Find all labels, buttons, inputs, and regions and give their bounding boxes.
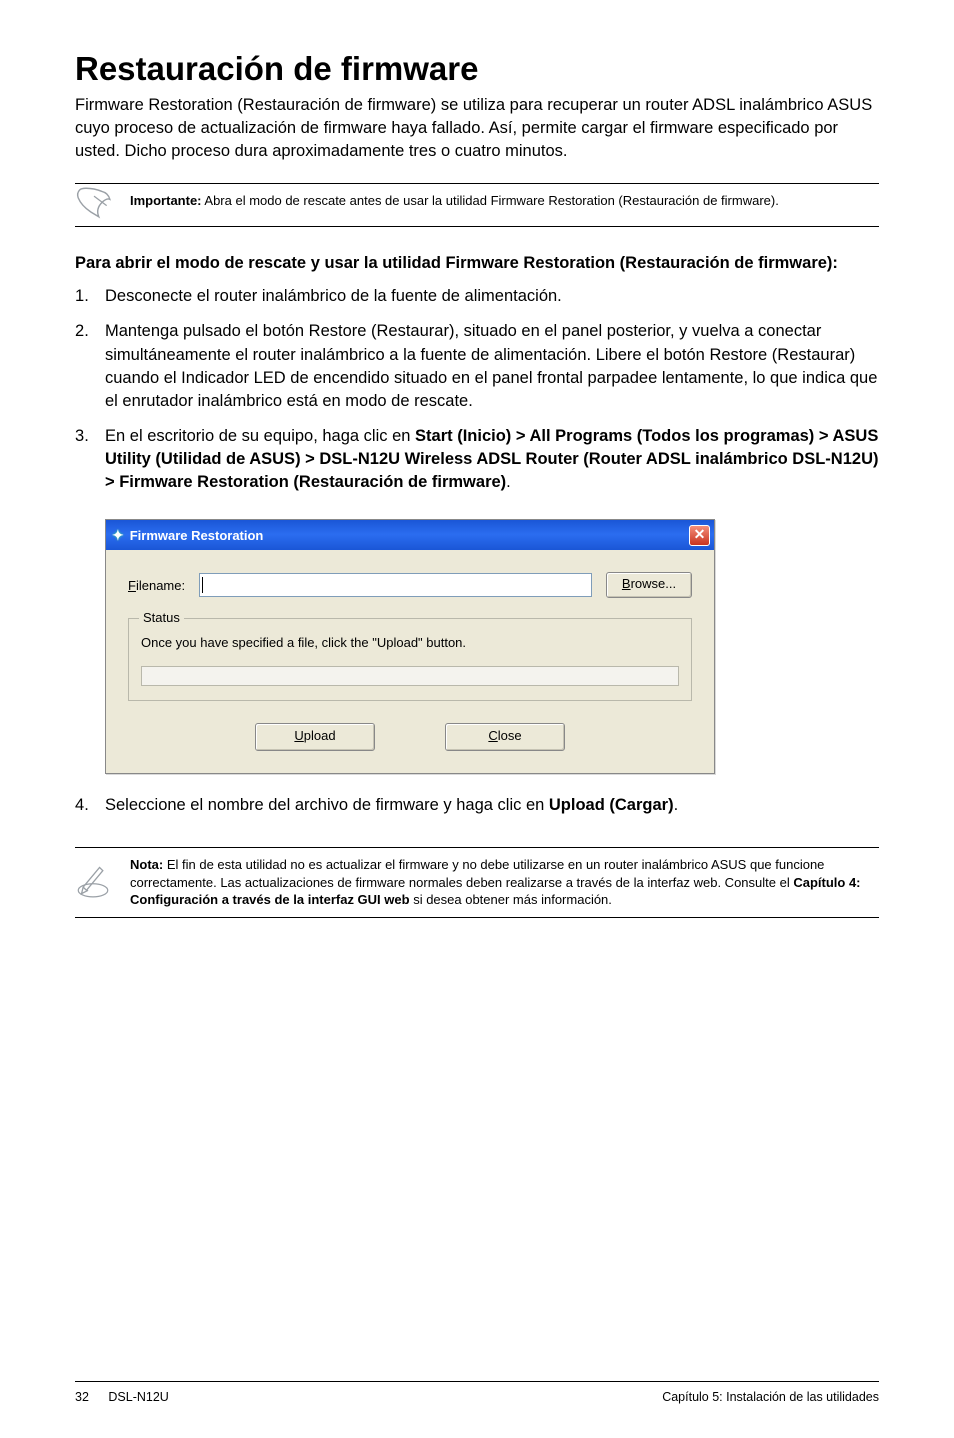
page-number: 32 — [75, 1390, 89, 1404]
close-button[interactable]: Close — [445, 723, 565, 751]
browse-button[interactable]: Browse... — [606, 572, 692, 598]
status-fieldset: Status Once you have specified a file, c… — [128, 618, 692, 701]
progress-bar — [141, 666, 679, 686]
steps-list: Desconecte el router inalámbrico de la f… — [75, 285, 879, 494]
steps-list-cont: Seleccione el nombre del archivo de firm… — [75, 794, 879, 817]
page-title: Restauración de firmware — [75, 50, 879, 88]
page-footer: 32 DSL-N12U Capítulo 5: Instalación de l… — [75, 1381, 879, 1404]
dialog-titlebar: ✦ Firmware Restoration ✕ — [106, 520, 714, 550]
important-note-box: Importante: Abra el modo de rescate ante… — [75, 183, 879, 227]
close-icon[interactable]: ✕ — [689, 525, 710, 546]
step-2: Mantenga pulsado el botón Restore (Resta… — [75, 320, 879, 412]
footer-chapter: Capítulo 5: Instalación de las utilidade… — [662, 1390, 879, 1404]
status-text: Once you have specified a file, click th… — [141, 635, 679, 650]
firmware-icon: ✦ — [112, 527, 124, 544]
step-4: Seleccione el nombre del archivo de firm… — [75, 794, 879, 817]
status-legend: Status — [139, 610, 184, 625]
dialog-title: Firmware Restoration — [130, 528, 264, 543]
note-text: Nota: El fin de esta utilidad no es actu… — [130, 856, 879, 909]
step-3: En el escritorio de su equipo, haga clic… — [75, 425, 879, 494]
firmware-restoration-dialog: ✦ Firmware Restoration ✕ Filename: Brows… — [105, 519, 715, 774]
pencil-icon — [75, 862, 111, 903]
important-note-text: Importante: Abra el modo de rescate ante… — [130, 192, 879, 210]
filename-label: Filename: — [128, 578, 185, 593]
hand-icon — [75, 185, 113, 226]
filename-input[interactable] — [199, 573, 592, 597]
intro-paragraph: Firmware Restoration (Restauración de fi… — [75, 94, 879, 163]
procedure-heading: Para abrir el modo de rescate y usar la … — [75, 252, 879, 275]
footer-model: DSL-N12U — [108, 1390, 168, 1404]
note-box: Nota: El fin de esta utilidad no es actu… — [75, 847, 879, 918]
upload-button[interactable]: Upload — [255, 723, 375, 751]
step-1: Desconecte el router inalámbrico de la f… — [75, 285, 879, 308]
text-caret — [202, 577, 203, 593]
